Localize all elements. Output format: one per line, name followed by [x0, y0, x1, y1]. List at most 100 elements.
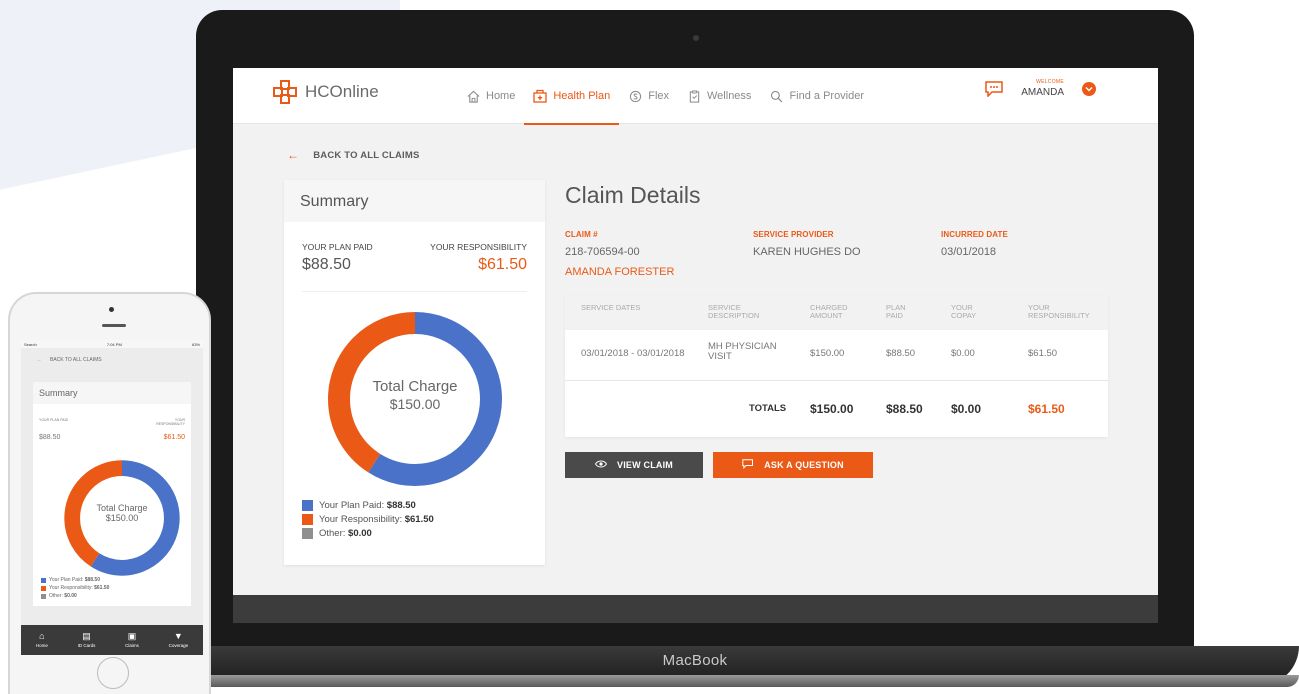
phone-legend-item: Other: $0.00 [41, 592, 109, 600]
health-plan-icon [533, 89, 547, 103]
phone-legend-swatch [41, 585, 46, 591]
cell-service-description: MH PHYSICIAN VISIT [708, 341, 777, 363]
phone-back-label: BACK TO ALL CLAIMS [50, 357, 102, 363]
phone-donut-value: $150.00 [105, 513, 139, 523]
legend-responsibility-label: Your Responsibility: [319, 513, 405, 525]
search-icon [769, 89, 783, 103]
col-service-description: SERVICE DESCRIPTION [708, 303, 760, 320]
phone-home-button[interactable] [97, 657, 129, 689]
claim-number-value: 218-706594-00 [565, 246, 640, 258]
claim-lines-table: SERVICE DATES SERVICE DESCRIPTION CHARGE… [565, 296, 1108, 437]
phone-camera [109, 307, 114, 312]
col-your-responsibility: YOUR RESPONSIBILITY [1028, 303, 1090, 320]
phone-donut-text: Total Charge $150.00 [63, 503, 181, 523]
cell-your-copay: $0.00 [951, 348, 975, 359]
col-charged-amount: CHARGED AMOUNT [810, 303, 848, 320]
laptop-screen: HCOnline Home Health Plan Flex Wellness … [233, 68, 1158, 623]
home-icon: ⌂ [39, 631, 45, 641]
incurred-date-value: 03/01/2018 [941, 246, 997, 258]
legend-item-responsibility: Your Responsibility: $61.50 [302, 512, 434, 526]
user-area: WELCOME AMANDA [985, 80, 1096, 98]
home-icon [466, 89, 480, 103]
col-service-dates: SERVICE DATES [581, 303, 641, 312]
phone-legend-label: Your Plan Paid: [49, 577, 85, 583]
phone-legend-swatch [41, 577, 46, 583]
legend-plan-paid-label: Your Plan Paid: [319, 499, 387, 511]
phone-back-link[interactable]: ← BACK TO ALL CLAIMS [37, 357, 102, 363]
summary-card: Summary YOUR PLAN PAID YOUR RESPONSIBILI… [284, 180, 545, 565]
donut-value: $150.00 [389, 396, 441, 412]
phone-legend-value: $0.00 [64, 593, 77, 599]
eye-icon [594, 460, 608, 470]
app-name: HCOnline [305, 82, 379, 101]
ask-question-label: ASK A QUESTION [764, 460, 844, 470]
view-claim-button[interactable]: VIEW CLAIM [565, 452, 703, 478]
claim-number-label: CLAIM # [565, 230, 598, 239]
legend-plan-paid-value: $88.50 [386, 499, 416, 511]
nav-wellness-label: Wellness [707, 90, 752, 102]
status-carrier: Search [24, 341, 37, 347]
tab-claims[interactable]: ▣ Claims [125, 631, 139, 649]
patient-name: AMANDA FORESTER [565, 266, 675, 278]
cell-charged-amount: $150.00 [810, 348, 845, 359]
page-title: Claim Details [565, 182, 701, 208]
phone-status-bar: Search 7:04 PM 63% [21, 340, 203, 348]
col-plan-paid: PLAN PAID [886, 303, 906, 320]
table-header-row: SERVICE DATES SERVICE DESCRIPTION CHARGE… [565, 296, 1108, 330]
tab-home[interactable]: ⌂ Home [35, 631, 48, 649]
nav-home[interactable]: Home [457, 68, 524, 124]
cell-plan-paid: $88.50 [886, 348, 916, 359]
nav-find-provider[interactable]: Find a Provider [760, 68, 873, 124]
claims-icon: ▣ [127, 631, 137, 641]
service-provider-value: KAREN HUGHES DO [753, 246, 861, 258]
nav-flex[interactable]: Flex [619, 68, 678, 124]
filter-icon: ▼ [173, 631, 183, 641]
phone-screen: Search 7:04 PM 63% ← BACK TO ALL CLAIMS … [21, 340, 203, 655]
phone-summary-labels: YOUR PLAN PAID YOUR RESPONSIBILITY [39, 418, 185, 426]
chat-icon[interactable] [985, 81, 1003, 97]
tab-coverage[interactable]: ▼ Coverage [168, 631, 189, 649]
clipboard-icon [687, 89, 701, 103]
tab-coverage-label: Coverage [168, 643, 189, 648]
app-logo[interactable]: HCOnline [273, 80, 379, 104]
user-name: AMANDA [1021, 87, 1064, 98]
nav-flex-label: Flex [648, 90, 669, 102]
nav-health-plan[interactable]: Health Plan [524, 68, 620, 125]
totals-label: TOTALS [749, 403, 787, 414]
plan-paid-value: $88.50 [302, 256, 351, 273]
phone-responsibility-value: $61.50 [163, 434, 185, 441]
phone-plan-paid-value: $88.50 [39, 434, 61, 441]
arrow-left-icon: ← [37, 357, 42, 363]
top-navigation-bar: HCOnline Home Health Plan Flex Wellness … [233, 68, 1158, 125]
legend-swatch-responsibility [302, 513, 313, 525]
phone-donut-label: Total Charge [96, 503, 148, 513]
phone-tab-bar: ⌂ Home ▤ ID Cards ▣ Claims ▼ Coverage [21, 625, 203, 655]
message-icon [742, 459, 754, 471]
total-charged: $150.00 [810, 402, 854, 416]
status-battery: 63% [191, 341, 200, 347]
welcome-label: WELCOME [1036, 79, 1064, 85]
back-to-claims-link[interactable]: ← BACK TO ALL CLAIMS [287, 148, 420, 162]
laptop-base-edge [170, 675, 1299, 687]
legend-swatch-other [302, 527, 313, 539]
phone-legend-item: Your Plan Paid: $88.50 [41, 576, 109, 584]
summary-labels: YOUR PLAN PAID YOUR RESPONSIBILITY [302, 242, 527, 252]
user-menu[interactable]: WELCOME AMANDA [1021, 80, 1064, 98]
phone-device: Search 7:04 PM 63% ← BACK TO ALL CLAIMS … [8, 292, 211, 694]
legend-item-other: Other: $0.00 [302, 526, 434, 540]
tab-id-cards[interactable]: ▤ ID Cards [78, 632, 96, 649]
phone-summary-values: $88.50 $61.50 [39, 434, 185, 441]
col-your-copay: YOUR COPAY [951, 303, 977, 320]
tab-home-label: Home [35, 643, 48, 648]
chevron-down-icon[interactable] [1082, 82, 1096, 96]
view-claim-label: VIEW CLAIM [617, 460, 673, 470]
nav-wellness[interactable]: Wellness [678, 68, 760, 124]
incurred-date-label: INCURRED DATE [941, 230, 1008, 239]
legend-responsibility-value: $61.50 [404, 513, 434, 525]
legend-item-plan-paid: Your Plan Paid: $88.50 [302, 498, 434, 512]
ask-question-button[interactable]: ASK A QUESTION [713, 452, 873, 478]
nav-health-plan-label: Health Plan [553, 90, 611, 102]
phone-legend-label: Other: [49, 593, 65, 599]
summary-title: Summary [284, 180, 545, 222]
phone-speaker [102, 324, 126, 327]
